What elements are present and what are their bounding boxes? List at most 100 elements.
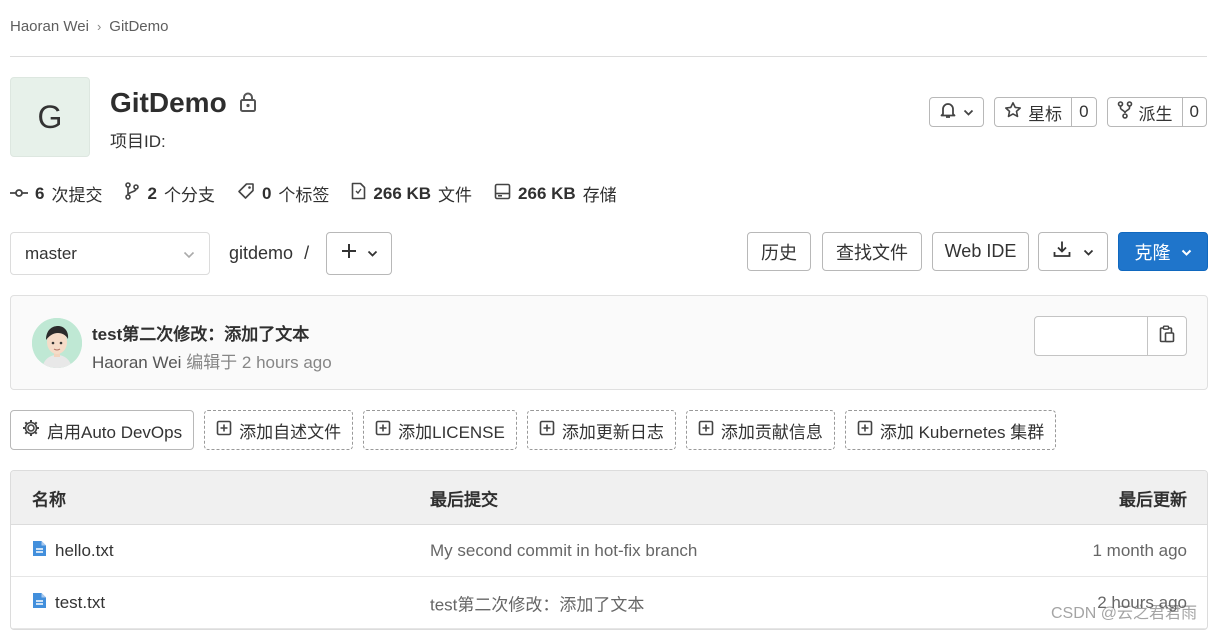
- copy-sha-button[interactable]: [1148, 317, 1186, 355]
- add-to-tree-dropdown[interactable]: [326, 232, 392, 275]
- add-license-button[interactable]: 添加LICENSE: [363, 410, 517, 450]
- column-header-name: 名称: [32, 490, 66, 509]
- stat-commits[interactable]: 6 次提交: [10, 181, 102, 206]
- plus-square-icon: [698, 420, 714, 441]
- repo-path-separator: /: [304, 243, 310, 263]
- add-contributing-button[interactable]: 添加贡献信息: [685, 410, 835, 450]
- breadcrumb-project-link[interactable]: GitDemo: [109, 18, 168, 35]
- project-title: GitDemo: [110, 87, 227, 118]
- stat-branches-value: 2: [147, 183, 157, 203]
- project-stats: 6 次提交 2 个分支 0 个标签 266 KB 文件 266 KB 存储: [10, 181, 617, 206]
- project-avatar: G: [10, 77, 90, 157]
- add-changelog-label: 添加更新日志: [561, 422, 664, 442]
- plus-square-icon: [857, 420, 873, 441]
- breadcrumb-user-link[interactable]: Haoran Wei: [10, 18, 89, 35]
- chevron-down-icon: [1083, 241, 1094, 262]
- branch-name: master: [25, 243, 77, 263]
- file-size-icon: [351, 182, 366, 205]
- commit-author-link[interactable]: Haoran Wei: [92, 353, 181, 372]
- branch-selector[interactable]: master: [10, 232, 210, 275]
- file-tree-table: 名称 最后提交 最后更新 hello.txt My second commit …: [10, 470, 1208, 630]
- project-avatar-letter: G: [37, 98, 63, 135]
- copy-icon: [1159, 325, 1175, 348]
- repo-path: gitdemo /: [229, 243, 309, 264]
- storage-icon: [494, 183, 511, 205]
- stat-tags-label: 个标签: [278, 186, 330, 205]
- commit-time: 2 hours ago: [241, 353, 332, 372]
- file-name-cell: hello.txt: [32, 540, 114, 562]
- stat-branches[interactable]: 2 个分支: [124, 181, 215, 206]
- file-commit-link[interactable]: test第二次修改：添加了文本: [430, 590, 644, 615]
- table-row[interactable]: test.txt test第二次修改：添加了文本 2 hours ago: [11, 577, 1207, 629]
- commit-sha-group: [1034, 316, 1187, 356]
- notification-button[interactable]: [930, 98, 983, 126]
- star-count[interactable]: 0: [1071, 98, 1095, 126]
- star-label: 星标: [1028, 104, 1063, 124]
- star-button[interactable]: 星标: [995, 98, 1071, 126]
- enable-auto-devops-button[interactable]: 启用Auto DevOps: [10, 410, 195, 450]
- commit-icon: [10, 184, 28, 204]
- history-button[interactable]: 历史: [747, 232, 811, 271]
- project-id: 项目ID:: [110, 132, 166, 151]
- add-readme-label: 添加自述文件: [239, 422, 342, 442]
- plus-square-icon: [216, 420, 232, 441]
- stat-storage-label: 存储: [582, 186, 617, 205]
- commit-title-link[interactable]: test第二次修改：添加了文本: [92, 320, 309, 345]
- stat-branches-label: 个分支: [163, 186, 215, 205]
- table-header: 名称 最后提交 最后更新: [11, 471, 1207, 525]
- fork-button[interactable]: 派生: [1108, 98, 1182, 126]
- download-icon: [1053, 240, 1071, 263]
- add-changelog-button[interactable]: 添加更新日志: [526, 410, 676, 450]
- notification-dropdown[interactable]: [929, 97, 985, 127]
- file-name-link[interactable]: test.txt: [55, 593, 105, 613]
- web-ide-button[interactable]: Web IDE: [932, 232, 1029, 271]
- chevron-down-icon: [1181, 241, 1192, 262]
- add-kubernetes-cluster-button[interactable]: 添加 Kubernetes 集群: [844, 410, 1057, 450]
- chevron-right-icon: ›: [96, 19, 102, 34]
- commit-action: 编辑于: [186, 353, 238, 372]
- stat-commits-value: 6: [35, 183, 45, 203]
- clone-dropdown[interactable]: 克隆: [1118, 232, 1208, 271]
- table-row[interactable]: hello.txt My second commit in hot-fix br…: [11, 525, 1207, 577]
- stat-tags-value: 0: [261, 183, 272, 203]
- add-contributing-label: 添加贡献信息: [720, 422, 823, 442]
- stat-files[interactable]: 266 KB 文件: [351, 181, 472, 206]
- stat-storage[interactable]: 266 KB 存储: [494, 181, 617, 206]
- fork-button-group: 派生 0: [1106, 97, 1207, 127]
- download-dropdown[interactable]: [1038, 232, 1108, 271]
- add-kubernetes-cluster-label: 添加 Kubernetes 集群: [879, 422, 1045, 442]
- clone-label: 克隆: [1134, 242, 1171, 263]
- star-icon: [1004, 101, 1022, 124]
- star-button-group: 星标 0: [994, 97, 1097, 127]
- chevron-down-icon: [367, 245, 378, 263]
- branch-icon: [124, 182, 140, 205]
- add-readme-button[interactable]: 添加自述文件: [204, 410, 354, 450]
- fork-count[interactable]: 0: [1181, 98, 1206, 126]
- breadcrumb: Haoran Wei › GitDemo: [10, 18, 168, 35]
- commit-meta: Haoran Wei 编辑于 2 hours ago: [92, 348, 332, 373]
- add-license-label: 添加LICENSE: [398, 422, 505, 442]
- project-header-actions: 星标 0 派生 0: [929, 97, 1207, 127]
- commit-author-avatar[interactable]: [32, 318, 82, 368]
- divider: [10, 56, 1207, 57]
- file-icon: [32, 592, 47, 614]
- stat-tags[interactable]: 0 个标签: [237, 181, 329, 206]
- stat-files-value: 266 KB: [373, 183, 432, 203]
- file-updated: 1 month ago: [1092, 540, 1187, 560]
- fork-icon: [1117, 100, 1133, 124]
- bell-icon: [939, 101, 957, 124]
- file-commit-link[interactable]: My second commit in hot-fix branch: [430, 541, 697, 561]
- plus-square-icon: [375, 420, 391, 441]
- chevron-down-icon: [183, 244, 195, 264]
- commit-sha[interactable]: [1035, 317, 1148, 355]
- find-file-button[interactable]: 查找文件: [822, 232, 922, 271]
- stat-files-label: 文件: [438, 186, 473, 205]
- tag-icon: [237, 182, 255, 205]
- stat-storage-value: 266 KB: [518, 183, 576, 203]
- repo-path-root-link[interactable]: gitdemo: [229, 243, 293, 263]
- file-name-cell: test.txt: [32, 592, 105, 614]
- file-name-link[interactable]: hello.txt: [55, 541, 114, 561]
- lock-icon: [239, 87, 257, 119]
- column-header-last-commit: 最后提交: [430, 490, 498, 509]
- stat-commits-label: 次提交: [51, 186, 103, 205]
